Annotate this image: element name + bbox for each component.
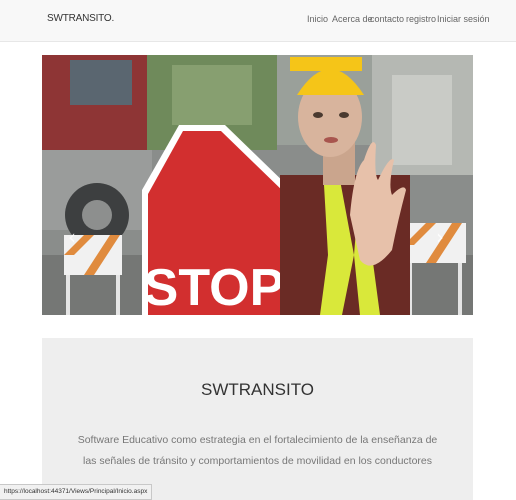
image-carousel: STOP ‹ › bbox=[42, 55, 473, 315]
carousel-prev-chevron-left-icon[interactable]: ‹ bbox=[68, 227, 76, 247]
nav-link-iniciar-sesion[interactable]: Iniciar sesión bbox=[437, 14, 490, 24]
nav-link-registro[interactable]: registro bbox=[406, 14, 436, 24]
nav-link-acerca-de[interactable]: Acerca de bbox=[332, 14, 373, 24]
jumbotron-panel: SWTRANSITO Software Educativo como estra… bbox=[42, 338, 473, 500]
stop-sign-text: STOP bbox=[144, 259, 285, 315]
carousel-slide-image: STOP bbox=[42, 55, 473, 315]
carousel-next-chevron-right-icon[interactable]: › bbox=[436, 227, 444, 247]
nav-link-contacto[interactable]: contacto bbox=[370, 14, 404, 24]
brand-logo-link[interactable]: SWTRANSITO. bbox=[47, 13, 114, 24]
browser-status-bar-url: https://localhost:44371/Views/Principal/… bbox=[0, 484, 153, 500]
nav-link-inicio[interactable]: Inicio bbox=[307, 14, 328, 24]
jumbotron-description: Software Educativo como estrategia en el… bbox=[77, 434, 438, 467]
jumbotron-title: SWTRANSITO bbox=[200, 380, 315, 399]
top-navbar: SWTRANSITO. Inicio Acerca de contacto re… bbox=[0, 0, 516, 42]
